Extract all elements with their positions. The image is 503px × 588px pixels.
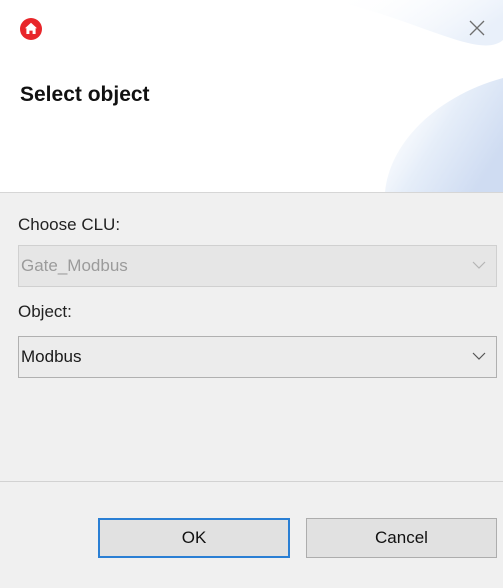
cancel-button[interactable]: Cancel [306, 518, 497, 558]
grenton-home-icon [20, 18, 42, 40]
clu-select: Gate_Modbus [18, 245, 497, 287]
object-select[interactable]: Modbus [18, 336, 497, 378]
dialog-header: Select object [0, 0, 503, 193]
clu-select-value: Gate_Modbus [21, 256, 128, 275]
object-label: Object: [18, 302, 72, 321]
close-icon [469, 20, 485, 36]
dialog-footer: OK Cancel [0, 481, 503, 588]
chevron-down-icon [472, 352, 486, 360]
chevron-down-icon [472, 261, 486, 269]
dialog-title: Select object [20, 83, 150, 106]
ok-button[interactable]: OK [98, 518, 290, 558]
dialog-body: Choose CLU: Gate_Modbus Object: Modbus [0, 193, 503, 481]
choose-clu-label: Choose CLU: [18, 215, 121, 234]
close-button[interactable] [462, 14, 492, 42]
object-select-value: Modbus [21, 347, 82, 366]
